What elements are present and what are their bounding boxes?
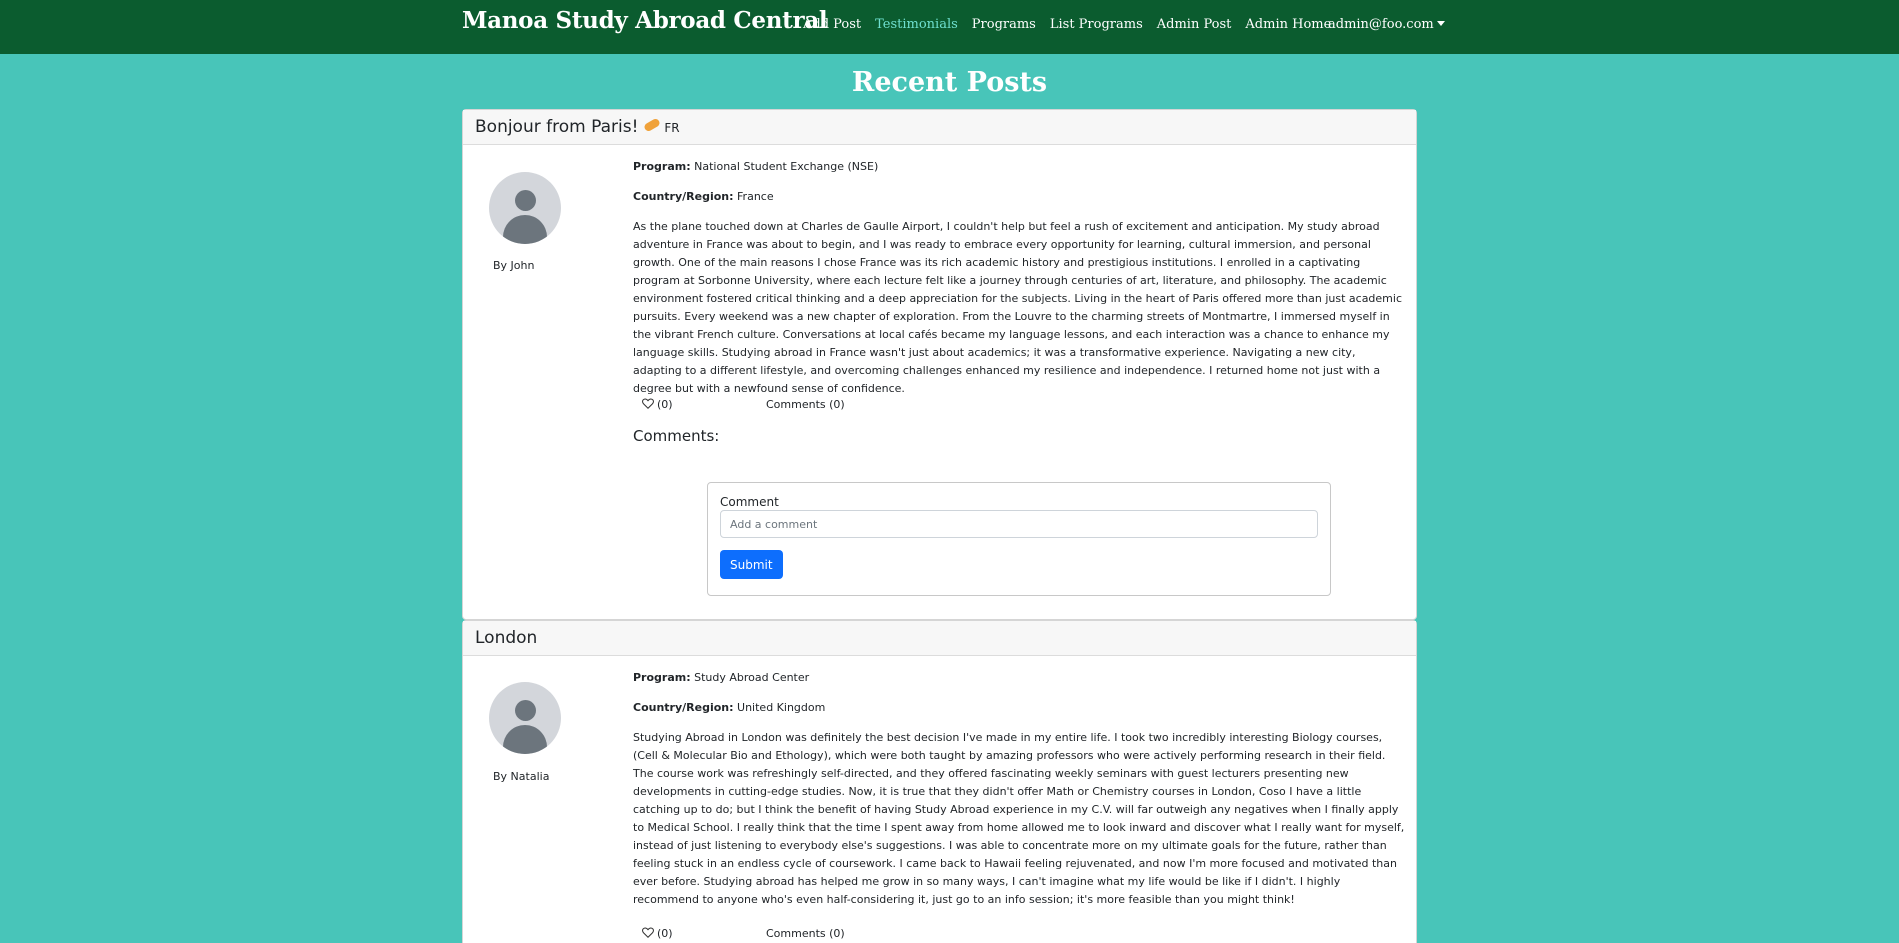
country-row: Country/Region: France bbox=[633, 190, 774, 203]
post-card: Bonjour from Paris! FR By John Program: N… bbox=[462, 109, 1417, 620]
brand-link[interactable]: Manoa Study Abroad Central bbox=[462, 7, 828, 34]
program-row: Program: Study Abroad Center bbox=[633, 671, 810, 684]
caret-down-icon bbox=[1436, 21, 1445, 26]
post-author: By John bbox=[493, 259, 535, 272]
flag-icon bbox=[643, 117, 662, 133]
nav-links: Add Post Testimonials Programs List Prog… bbox=[803, 17, 1331, 32]
navbar: Manoa Study Abroad Central Add Post Test… bbox=[0, 0, 1899, 54]
nav-programs[interactable]: Programs bbox=[972, 17, 1036, 32]
page-title: Recent Posts bbox=[851, 67, 1048, 98]
nav-list-programs[interactable]: List Programs bbox=[1050, 17, 1143, 32]
comment-form: Comment Submit bbox=[707, 482, 1331, 596]
post-header: London bbox=[463, 621, 1416, 656]
post-actions: (0) Comments (0) bbox=[642, 398, 845, 411]
post-card: London By Natalia Program: Study Abroad … bbox=[462, 620, 1417, 943]
comments-link[interactable]: Comments (0) bbox=[766, 398, 845, 411]
program-value: Study Abroad Center bbox=[694, 671, 810, 684]
post-title: Bonjour from Paris! bbox=[475, 117, 639, 137]
post-content: Program: Study Abroad Center Country/Reg… bbox=[633, 669, 1405, 909]
like-button[interactable]: (0) bbox=[642, 927, 673, 940]
program-value: National Student Exchange (NSE) bbox=[694, 160, 879, 173]
avatar bbox=[489, 172, 561, 244]
comments-heading: Comments: bbox=[633, 427, 720, 445]
post-author: By Natalia bbox=[493, 770, 550, 783]
submit-button[interactable]: Submit bbox=[720, 550, 783, 579]
like-count: (0) bbox=[657, 927, 673, 940]
like-button[interactable]: (0) bbox=[642, 398, 673, 411]
post-body: Studying Abroad in London was definitely… bbox=[633, 731, 1405, 906]
nav-add-post[interactable]: Add Post bbox=[803, 17, 861, 32]
nav-testimonials[interactable]: Testimonials bbox=[875, 17, 958, 32]
post-header: Bonjour from Paris! FR bbox=[463, 110, 1416, 145]
program-row: Program: National Student Exchange (NSE) bbox=[633, 160, 879, 173]
post-body: As the plane touched down at Charles de … bbox=[633, 220, 1403, 395]
nav-admin-home[interactable]: Admin Home bbox=[1245, 17, 1331, 32]
user-email: admin@foo.com bbox=[1328, 17, 1434, 32]
comments-link[interactable]: Comments (0) bbox=[766, 927, 845, 940]
country-value: France bbox=[737, 190, 774, 203]
heart-icon bbox=[642, 927, 654, 938]
country-value: United Kingdom bbox=[737, 701, 826, 714]
nav-admin-post[interactable]: Admin Post bbox=[1157, 17, 1232, 32]
comment-label: Comment bbox=[720, 495, 779, 509]
post-content: Program: National Student Exchange (NSE)… bbox=[633, 158, 1405, 398]
heart-icon bbox=[642, 398, 654, 409]
avatar bbox=[489, 682, 561, 754]
user-dropdown[interactable]: admin@foo.com bbox=[1328, 17, 1445, 32]
post-title: London bbox=[475, 628, 538, 648]
like-count: (0) bbox=[657, 398, 673, 411]
country-row: Country/Region: United Kingdom bbox=[633, 701, 826, 714]
flag-code: FR bbox=[664, 121, 680, 135]
comment-input[interactable] bbox=[720, 510, 1318, 538]
post-actions: (0) Comments (0) bbox=[642, 927, 845, 940]
